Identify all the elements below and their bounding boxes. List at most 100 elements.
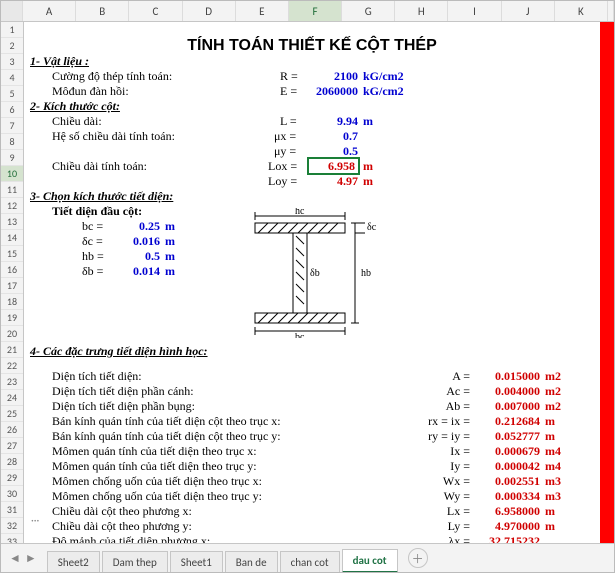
tab-chan-cot[interactable]: chan cot [280, 551, 340, 573]
row-22[interactable]: 22 [1, 358, 23, 374]
s4-unit: m2 [545, 369, 561, 384]
row-28[interactable]: 28 [1, 454, 23, 470]
select-all-corner[interactable] [1, 1, 23, 21]
row-18[interactable]: 18 [1, 294, 23, 310]
s4-symbol: A = [410, 369, 470, 384]
row-12[interactable]: 12 [1, 198, 23, 214]
row-14[interactable]: 14 [1, 230, 23, 246]
row-3[interactable]: 3 [1, 54, 23, 70]
s4-value[interactable]: 0.004000 [475, 384, 540, 399]
s4-value[interactable]: 4.970000 [475, 519, 540, 534]
col-I[interactable]: I [448, 1, 501, 21]
value-r[interactable]: 2100 [308, 69, 358, 84]
s4-value[interactable]: 0.052777 [475, 429, 540, 444]
row-15[interactable]: 15 [1, 246, 23, 262]
row-5[interactable]: 5 [1, 86, 23, 102]
col-J[interactable]: J [502, 1, 555, 21]
value-mux[interactable]: 0.7 [308, 129, 358, 144]
sheet-area[interactable]: TÍNH TOÁN THIẾT KẾ CỘT THÉP 1- Vật liệu … [24, 22, 614, 545]
symbol-dc: δc = [82, 234, 103, 249]
col-E[interactable]: E [236, 1, 289, 21]
row-6[interactable]: 6 [1, 102, 23, 118]
add-sheet-button[interactable]: ＋ [408, 548, 428, 568]
tab-Dam-thep[interactable]: Dam thep [102, 551, 168, 573]
row-19[interactable]: 19 [1, 310, 23, 326]
col-F[interactable]: F [289, 1, 342, 21]
row-1[interactable]: 1 [1, 22, 23, 38]
tab-Sheet2[interactable]: Sheet2 [47, 551, 100, 573]
selected-cell-lox[interactable]: 6.958 [307, 157, 360, 175]
value-hb[interactable]: 0.5 [115, 249, 160, 264]
row-25[interactable]: 25 [1, 406, 23, 422]
section-1-header: 1- Vật liệu : [30, 54, 89, 69]
row-16[interactable]: 16 [1, 262, 23, 278]
row-13[interactable]: 13 [1, 214, 23, 230]
row-30[interactable]: 30 [1, 486, 23, 502]
tab-Sheet1[interactable]: Sheet1 [170, 551, 223, 573]
row-29[interactable]: 29 [1, 470, 23, 486]
s4-symbol: Ix = [410, 444, 470, 459]
row-2[interactable]: 2 [1, 38, 23, 54]
row-11[interactable]: 11 [1, 182, 23, 198]
col-B[interactable]: B [76, 1, 129, 21]
value-L[interactable]: 9.94 [308, 114, 358, 129]
s4-label: Diện tích tiết diện phần cánh: [52, 384, 194, 399]
row-9[interactable]: 9 [1, 150, 23, 166]
value-db[interactable]: 0.014 [115, 264, 160, 279]
column-headers[interactable]: A B C D E F G H I J K [1, 1, 614, 22]
s4-unit: m4 [545, 444, 561, 459]
tab-nav-next-icon[interactable]: ► [25, 551, 37, 566]
tab-nav-prev-icon[interactable]: ◄ [9, 551, 21, 566]
s4-value[interactable]: 0.000334 [475, 489, 540, 504]
col-G[interactable]: G [342, 1, 395, 21]
row-8[interactable]: 8 [1, 134, 23, 150]
svg-text:bc: bc [295, 332, 305, 338]
ibeam-diagram: hc δc δb hb bc [225, 208, 395, 338]
s4-symbol: Lx = [410, 504, 470, 519]
svg-text:hb: hb [361, 268, 371, 279]
value-loy[interactable]: 4.97 [308, 174, 358, 189]
row-21[interactable]: 21 [1, 342, 23, 358]
col-H[interactable]: H [395, 1, 448, 21]
s4-value[interactable]: 0.000042 [475, 459, 540, 474]
row-17[interactable]: 17 [1, 278, 23, 294]
row-20[interactable]: 20 [1, 326, 23, 342]
row-23[interactable]: 23 [1, 374, 23, 390]
col-D[interactable]: D [183, 1, 236, 21]
s4-value[interactable]: 6.958000 [475, 504, 540, 519]
section-4-header: 4- Các đặc trưng tiết diện hình học: [30, 344, 208, 359]
unit-e: kG/cm2 [363, 84, 404, 99]
s4-label: Mômen chống uốn của tiết diện theo trục … [52, 474, 262, 489]
row-4[interactable]: 4 [1, 70, 23, 86]
s4-value[interactable]: 0.015000 [475, 369, 540, 384]
col-C[interactable]: C [129, 1, 182, 21]
value-e[interactable]: 2060000 [300, 84, 358, 99]
row-headers[interactable]: 1234567891011121314151617181920212223242… [1, 22, 24, 545]
s4-symbol: Iy = [410, 459, 470, 474]
s4-value[interactable]: 0.002551 [475, 474, 540, 489]
row-26[interactable]: 26 [1, 422, 23, 438]
red-column-k [600, 22, 614, 545]
symbol-bc: bc = [82, 219, 103, 234]
value-bc[interactable]: 0.25 [115, 219, 160, 234]
scroll-dots[interactable]: ··· [1, 514, 39, 527]
col-K[interactable]: K [555, 1, 608, 21]
s4-unit: m2 [545, 384, 561, 399]
s4-symbol: Ab = [410, 399, 470, 414]
unit-L: m [363, 114, 373, 129]
s4-symbol: Ac = [410, 384, 470, 399]
unit-bc: m [165, 219, 175, 234]
tab-dau-cot[interactable]: dau cot [342, 549, 398, 573]
row-24[interactable]: 24 [1, 390, 23, 406]
row-27[interactable]: 27 [1, 438, 23, 454]
s4-value[interactable]: 0.007000 [475, 399, 540, 414]
row-10[interactable]: 10 [1, 166, 23, 182]
s4-value[interactable]: 0.212684 [475, 414, 540, 429]
col-A[interactable]: A [23, 1, 76, 21]
tab-Ban-de[interactable]: Ban de [225, 551, 278, 573]
value-dc[interactable]: 0.016 [115, 234, 160, 249]
row-7[interactable]: 7 [1, 118, 23, 134]
s4-label: Diện tích tiết diện phần bụng: [52, 399, 195, 414]
s4-value[interactable]: 0.000679 [475, 444, 540, 459]
tab-nav[interactable]: ◄ ► [9, 551, 37, 566]
